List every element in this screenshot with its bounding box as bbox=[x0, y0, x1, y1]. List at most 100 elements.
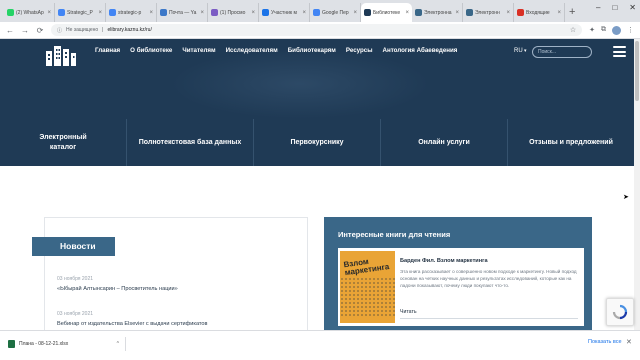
hero-decoration bbox=[170, 49, 430, 119]
tab-title: (1) Просмо bbox=[220, 9, 246, 16]
recaptcha-badge[interactable] bbox=[606, 298, 634, 326]
bookmark-star-icon[interactable]: ☆ bbox=[570, 26, 576, 34]
show-all-downloads-link[interactable]: Показать все bbox=[588, 339, 622, 345]
nav-librarians[interactable]: Библиотекарям bbox=[288, 47, 336, 54]
recaptcha-icon bbox=[612, 304, 628, 320]
mouse-cursor-icon: ➤ bbox=[623, 194, 629, 201]
tab-title: Strategic_P bbox=[67, 9, 93, 16]
tab-close-icon[interactable]: × bbox=[98, 10, 102, 16]
tab-close-icon[interactable]: × bbox=[302, 10, 306, 16]
category-online-services[interactable]: Онлайн услуги bbox=[381, 119, 508, 166]
tab-title: Электронн bbox=[475, 9, 500, 16]
close-downloads-button[interactable]: ✕ bbox=[626, 338, 632, 346]
site-header: Главная О библиотеке Читателям Исследова… bbox=[0, 39, 634, 166]
nav-researchers[interactable]: Исследователям bbox=[226, 47, 278, 54]
tab-favicon-icon bbox=[109, 9, 116, 16]
tab-close-icon[interactable]: × bbox=[200, 10, 204, 16]
news-item-link[interactable]: Вебинар от издательства Elsevier с выдач… bbox=[57, 321, 208, 327]
tab-favicon-icon bbox=[313, 9, 320, 16]
tab-favicon-icon bbox=[364, 9, 371, 16]
browser-tab[interactable]: strategic-p × bbox=[106, 3, 157, 22]
tab-title: Библиотеке bbox=[373, 9, 401, 16]
tab-title: Почта — Ya bbox=[169, 9, 197, 16]
url-text[interactable]: elibrary.kaznu.kz/ru/ bbox=[107, 27, 151, 33]
browser-tab[interactable]: (2) WhatsAp × bbox=[4, 3, 55, 22]
downloads-bar: Плана - 08-12-21.xlsx ^ Показать все ✕ bbox=[0, 330, 640, 360]
nav-abai-anthology[interactable]: Антология Абаеведения bbox=[383, 47, 458, 54]
browser-tab[interactable]: Google Пер × bbox=[310, 3, 361, 22]
nav-readers[interactable]: Читателям bbox=[182, 47, 215, 54]
category-label: Первокурснику bbox=[290, 138, 344, 146]
tab-close-icon[interactable]: × bbox=[251, 10, 255, 16]
page-scrollbar[interactable] bbox=[634, 39, 640, 330]
category-label: Онлайн услуги bbox=[418, 138, 470, 146]
category-fulltext-database[interactable]: Полнотекстовая база данных bbox=[127, 119, 254, 166]
puzzle-icon[interactable]: ⧉ bbox=[601, 26, 606, 34]
browser-tab[interactable]: Почта — Ya × bbox=[157, 3, 208, 22]
tab-title: (2) WhatsAp bbox=[16, 9, 44, 16]
scrollbar-thumb[interactable] bbox=[635, 41, 639, 101]
browser-tab[interactable]: (1) Просмо × bbox=[208, 3, 259, 22]
news-date: 03 ноября 2021 bbox=[57, 311, 94, 317]
read-link[interactable]: Читать bbox=[400, 309, 417, 315]
address-bar[interactable]: ⓘ Не защищено | elibrary.kaznu.kz/ru/ ☆ bbox=[51, 24, 583, 36]
tab-favicon-icon bbox=[58, 9, 65, 16]
tab-favicon-icon bbox=[211, 9, 218, 16]
tab-close-icon[interactable]: × bbox=[47, 10, 51, 16]
tab-favicon-icon bbox=[160, 9, 167, 16]
hamburger-menu-icon[interactable] bbox=[613, 46, 626, 57]
profile-avatar[interactable] bbox=[612, 25, 621, 35]
nav-about[interactable]: О библиотеке bbox=[130, 47, 172, 54]
book-title[interactable]: Барден Фил. Взлом маркетинга bbox=[400, 258, 488, 264]
browser-tab[interactable]: Электронна × bbox=[412, 3, 463, 22]
download-item[interactable]: Плана - 08-12-21.xlsx ^ bbox=[8, 337, 126, 351]
tab-favicon-icon bbox=[262, 9, 269, 16]
category-label: каталог bbox=[49, 143, 77, 151]
category-label: Электронный bbox=[39, 134, 87, 142]
reload-button[interactable]: ⟳ bbox=[36, 26, 44, 35]
browser-tab[interactable]: Strategic_P × bbox=[55, 3, 106, 22]
extension-icon[interactable]: ✦ bbox=[589, 26, 595, 34]
back-button[interactable]: ← bbox=[6, 26, 14, 35]
tab-close-icon[interactable]: × bbox=[353, 10, 357, 16]
tab-close-icon[interactable]: × bbox=[557, 10, 561, 16]
download-filename: Плана - 08-12-21.xlsx bbox=[19, 341, 69, 347]
language-select[interactable]: RU bbox=[514, 48, 527, 54]
browser-tab[interactable]: Библиотеке × bbox=[361, 3, 412, 22]
new-tab-button[interactable]: + bbox=[569, 3, 575, 22]
info-icon[interactable]: ⓘ bbox=[57, 27, 62, 34]
tab-title: Входящие bbox=[526, 9, 550, 16]
category-electronic-catalog[interactable]: Электронный каталог bbox=[0, 119, 127, 166]
excel-file-icon bbox=[8, 340, 15, 348]
menu-kebab-icon[interactable]: ⋮ bbox=[627, 26, 634, 34]
browser-tab[interactable]: Участник м × bbox=[259, 3, 310, 22]
category-feedback[interactable]: Отзывы и предложений bbox=[508, 119, 634, 166]
tab-title: Google Пер bbox=[322, 9, 349, 16]
top-navigation: Главная О библиотеке Читателям Исследова… bbox=[95, 47, 457, 54]
news-date: 03 ноября 2021 bbox=[57, 276, 94, 282]
tab-title: Участник м bbox=[271, 9, 297, 16]
browser-tab[interactable]: Входящие × bbox=[514, 3, 565, 22]
forward-button[interactable]: → bbox=[21, 26, 29, 35]
minimize-button[interactable]: – bbox=[596, 3, 600, 12]
chevron-up-icon[interactable]: ^ bbox=[117, 341, 119, 347]
maximize-button[interactable]: □ bbox=[612, 3, 617, 12]
library-logo-icon[interactable] bbox=[44, 43, 78, 67]
book-description: Эта книга рассказывает о совершенно ново… bbox=[400, 269, 577, 289]
news-item-link[interactable]: «Ыбырай Алтынсарин – Просветитель нации» bbox=[57, 286, 178, 292]
cover-title: Взлом маркетинга bbox=[342, 256, 390, 278]
tab-close-icon[interactable]: × bbox=[455, 10, 459, 16]
divider bbox=[400, 318, 578, 319]
nav-home[interactable]: Главная bbox=[95, 47, 120, 54]
news-heading[interactable]: Новости bbox=[32, 237, 115, 256]
books-heading: Интересные книги для чтения bbox=[338, 230, 451, 239]
category-first-year[interactable]: Первокурснику bbox=[254, 119, 381, 166]
site-search-input[interactable] bbox=[532, 46, 592, 58]
nav-resources[interactable]: Ресурсы bbox=[346, 47, 373, 54]
tab-close-icon[interactable]: × bbox=[405, 10, 409, 16]
tab-close-icon[interactable]: × bbox=[506, 10, 510, 16]
tab-close-icon[interactable]: × bbox=[149, 10, 153, 16]
book-cover-image[interactable]: Взлом маркетинга bbox=[340, 251, 395, 323]
browser-tab[interactable]: Электронн × bbox=[463, 3, 514, 22]
close-window-button[interactable]: ✕ bbox=[629, 3, 636, 12]
